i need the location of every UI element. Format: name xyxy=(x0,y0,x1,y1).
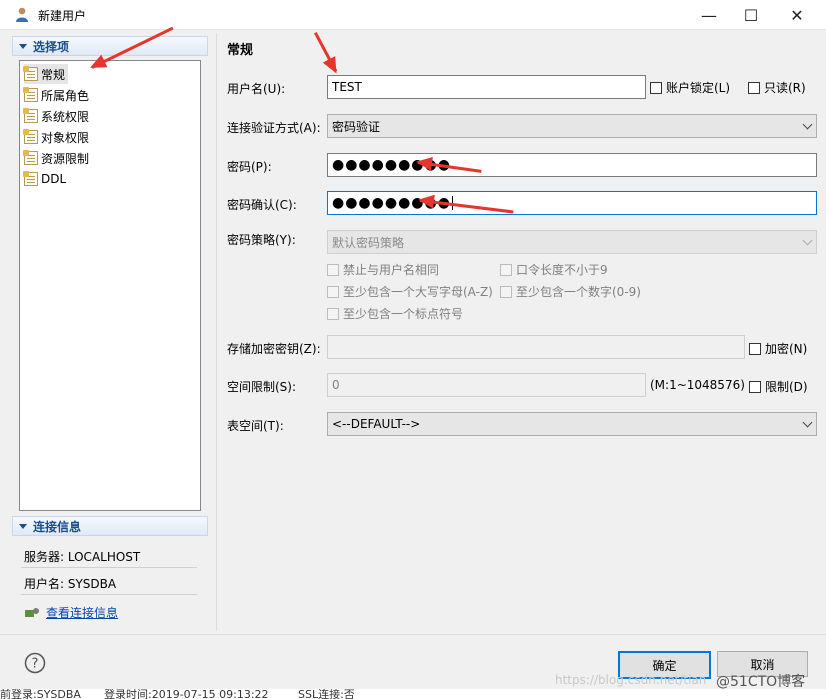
sidebar-item-label: DDL xyxy=(41,172,67,186)
policy-uppercase-label: 至少包含一个大写字母(A-Z) xyxy=(343,285,493,299)
encryption-key-label: 存储加密密钥(Z): xyxy=(227,342,321,356)
selection-section-title: 选择项 xyxy=(33,39,70,54)
checkbox-box xyxy=(327,307,339,320)
user-icon xyxy=(16,7,28,22)
checkbox-box xyxy=(650,81,662,94)
password-field[interactable]: ●●●●●●●●● xyxy=(327,153,817,177)
page-icon xyxy=(23,108,38,123)
checkbox-box xyxy=(749,342,761,355)
collapse-icon xyxy=(19,43,27,49)
status-bar: 前登录:SYSDBA 登录时间:2019-07-15 09:13:22 SSL连… xyxy=(0,689,826,699)
space-limit-label: 空间限制(S): xyxy=(227,380,297,394)
page-icon xyxy=(23,171,38,186)
checkbox-box xyxy=(500,285,512,298)
confirm-password-label: 密码确认(C): xyxy=(227,198,297,212)
sidebar-item-label: 常规 xyxy=(41,67,66,82)
encrypt-checkbox[interactable]: 加密(N) xyxy=(749,340,807,357)
divider xyxy=(21,567,197,568)
server-info: 服务器: LOCALHOST xyxy=(24,550,141,564)
login-time-status: 登录时间:2019-07-15 09:13:22 xyxy=(104,689,269,699)
sidebar-item-object-privileges[interactable]: 对象权限 xyxy=(23,127,92,147)
sidebar-item-label: 所属角色 xyxy=(41,88,90,103)
sidebar-item-label: 系统权限 xyxy=(41,109,90,124)
window-title: 新建用户 xyxy=(38,9,87,23)
tablespace-label: 表空间(T): xyxy=(227,419,284,433)
page-icon xyxy=(23,87,38,102)
sidebar-item-label: 对象权限 xyxy=(41,130,90,145)
chevron-down-icon xyxy=(802,417,813,428)
policy-punct-checkbox[interactable]: 至少包含一个标点符号 xyxy=(327,305,463,322)
password-policy-select[interactable]: 默认密码策略 xyxy=(327,230,817,254)
sidebar-item-resource-limits[interactable]: 资源限制 xyxy=(23,148,92,168)
watermark-text: https://blog.csdn.net/tian xyxy=(555,673,707,687)
checkbox-box xyxy=(327,285,339,298)
sidebar-item-ddl[interactable]: DDL xyxy=(23,169,69,189)
connection-icon xyxy=(25,607,39,617)
policy-same-name-checkbox[interactable]: 禁止与用户名相同 xyxy=(327,261,439,278)
maximize-icon[interactable]: ☐ xyxy=(728,0,774,30)
password-policy-value: 默认密码策略 xyxy=(332,235,405,250)
limit-label: 限制(D) xyxy=(765,380,808,394)
policy-punct-label: 至少包含一个标点符号 xyxy=(343,307,464,321)
tablespace-select[interactable]: <--DEFAULT--> xyxy=(327,412,817,436)
policy-uppercase-checkbox[interactable]: 至少包含一个大写字母(A-Z) xyxy=(327,283,493,300)
readonly-label: 只读(R) xyxy=(764,81,806,95)
checkbox-box xyxy=(748,81,760,94)
login-user-status: 前登录:SYSDBA xyxy=(0,689,81,699)
auth-method-select[interactable]: 密码验证 xyxy=(327,114,817,138)
sidebar-item-roles[interactable]: 所属角色 xyxy=(23,85,92,105)
page-icon xyxy=(23,66,38,81)
selection-section-header[interactable]: 选择项 xyxy=(12,36,208,56)
policy-digit-checkbox[interactable]: 至少包含一个数字(0-9) xyxy=(500,283,641,300)
auth-method-value: 密码验证 xyxy=(332,119,381,134)
page-title: 常规 xyxy=(227,43,254,58)
policy-same-name-label: 禁止与用户名相同 xyxy=(343,263,440,277)
page-icon xyxy=(23,150,38,165)
title-bar: 新建用户 — ☐ ✕ xyxy=(0,0,826,30)
encrypt-label: 加密(N) xyxy=(765,342,808,356)
svg-text:?: ? xyxy=(32,657,39,672)
password-policy-label: 密码策略(Y): xyxy=(227,233,296,247)
page-icon xyxy=(23,129,38,144)
space-limit-input[interactable]: 0 xyxy=(327,373,646,397)
readonly-checkbox[interactable]: 只读(R) xyxy=(748,79,806,96)
username-label: 用户名(U): xyxy=(227,82,286,96)
encryption-key-input[interactable] xyxy=(327,335,745,359)
view-connection-label: 查看连接信息 xyxy=(46,606,119,620)
site-logo: @51CTO博客 xyxy=(716,674,806,690)
tablespace-value: <--DEFAULT--> xyxy=(332,417,421,431)
ssl-status: SSL连接:否 xyxy=(298,689,355,699)
checkbox-box xyxy=(327,263,339,276)
confirm-password-field[interactable]: ●●●●●●●●● xyxy=(327,191,817,215)
connection-section-title: 连接信息 xyxy=(33,519,82,534)
limit-checkbox[interactable]: 限制(D) xyxy=(749,378,808,395)
minimize-icon[interactable]: — xyxy=(686,0,732,30)
password-label: 密码(P): xyxy=(227,160,272,174)
sidebar-item-system-privileges[interactable]: 系统权限 xyxy=(23,106,92,126)
help-icon[interactable]: ? xyxy=(24,652,46,674)
divider xyxy=(21,594,197,595)
checkbox-box xyxy=(749,380,761,393)
chevron-down-icon xyxy=(802,119,813,130)
sidebar-item-general[interactable]: 常规 xyxy=(23,64,69,84)
form-panel: 常规 用户名(U): TEST 账户锁定(L) 只读(R) 连接验证方式(A):… xyxy=(216,33,819,631)
sidebar-item-label: 资源限制 xyxy=(41,151,90,166)
space-limit-range: (M:1~1048576) xyxy=(650,378,745,392)
view-connection-link[interactable]: 查看连接信息 xyxy=(24,604,118,621)
policy-digit-label: 至少包含一个数字(0-9) xyxy=(516,285,641,299)
policy-min-length-checkbox[interactable]: 口令长度不小于9 xyxy=(500,261,608,278)
nav-list: 常规 所属角色 系统权限 对象权限 资源限制 DDL xyxy=(19,60,201,511)
account-lock-checkbox[interactable]: 账户锁定(L) xyxy=(650,79,730,96)
policy-min-length-label: 口令长度不小于9 xyxy=(516,263,608,277)
account-lock-label: 账户锁定(L) xyxy=(666,81,731,95)
collapse-icon xyxy=(19,523,27,529)
connection-section-header[interactable]: 连接信息 xyxy=(12,516,208,536)
left-panel: 选择项 常规 所属角色 系统权限 对象权限 资源限制 DDL 连接信息 服务器:… xyxy=(8,36,209,632)
user-info: 用户名: SYSDBA xyxy=(24,577,117,591)
username-input[interactable]: TEST xyxy=(327,75,646,99)
checkbox-box xyxy=(500,263,512,276)
chevron-down-icon xyxy=(802,235,813,246)
auth-method-label: 连接验证方式(A): xyxy=(227,121,321,135)
close-icon[interactable]: ✕ xyxy=(774,0,820,30)
